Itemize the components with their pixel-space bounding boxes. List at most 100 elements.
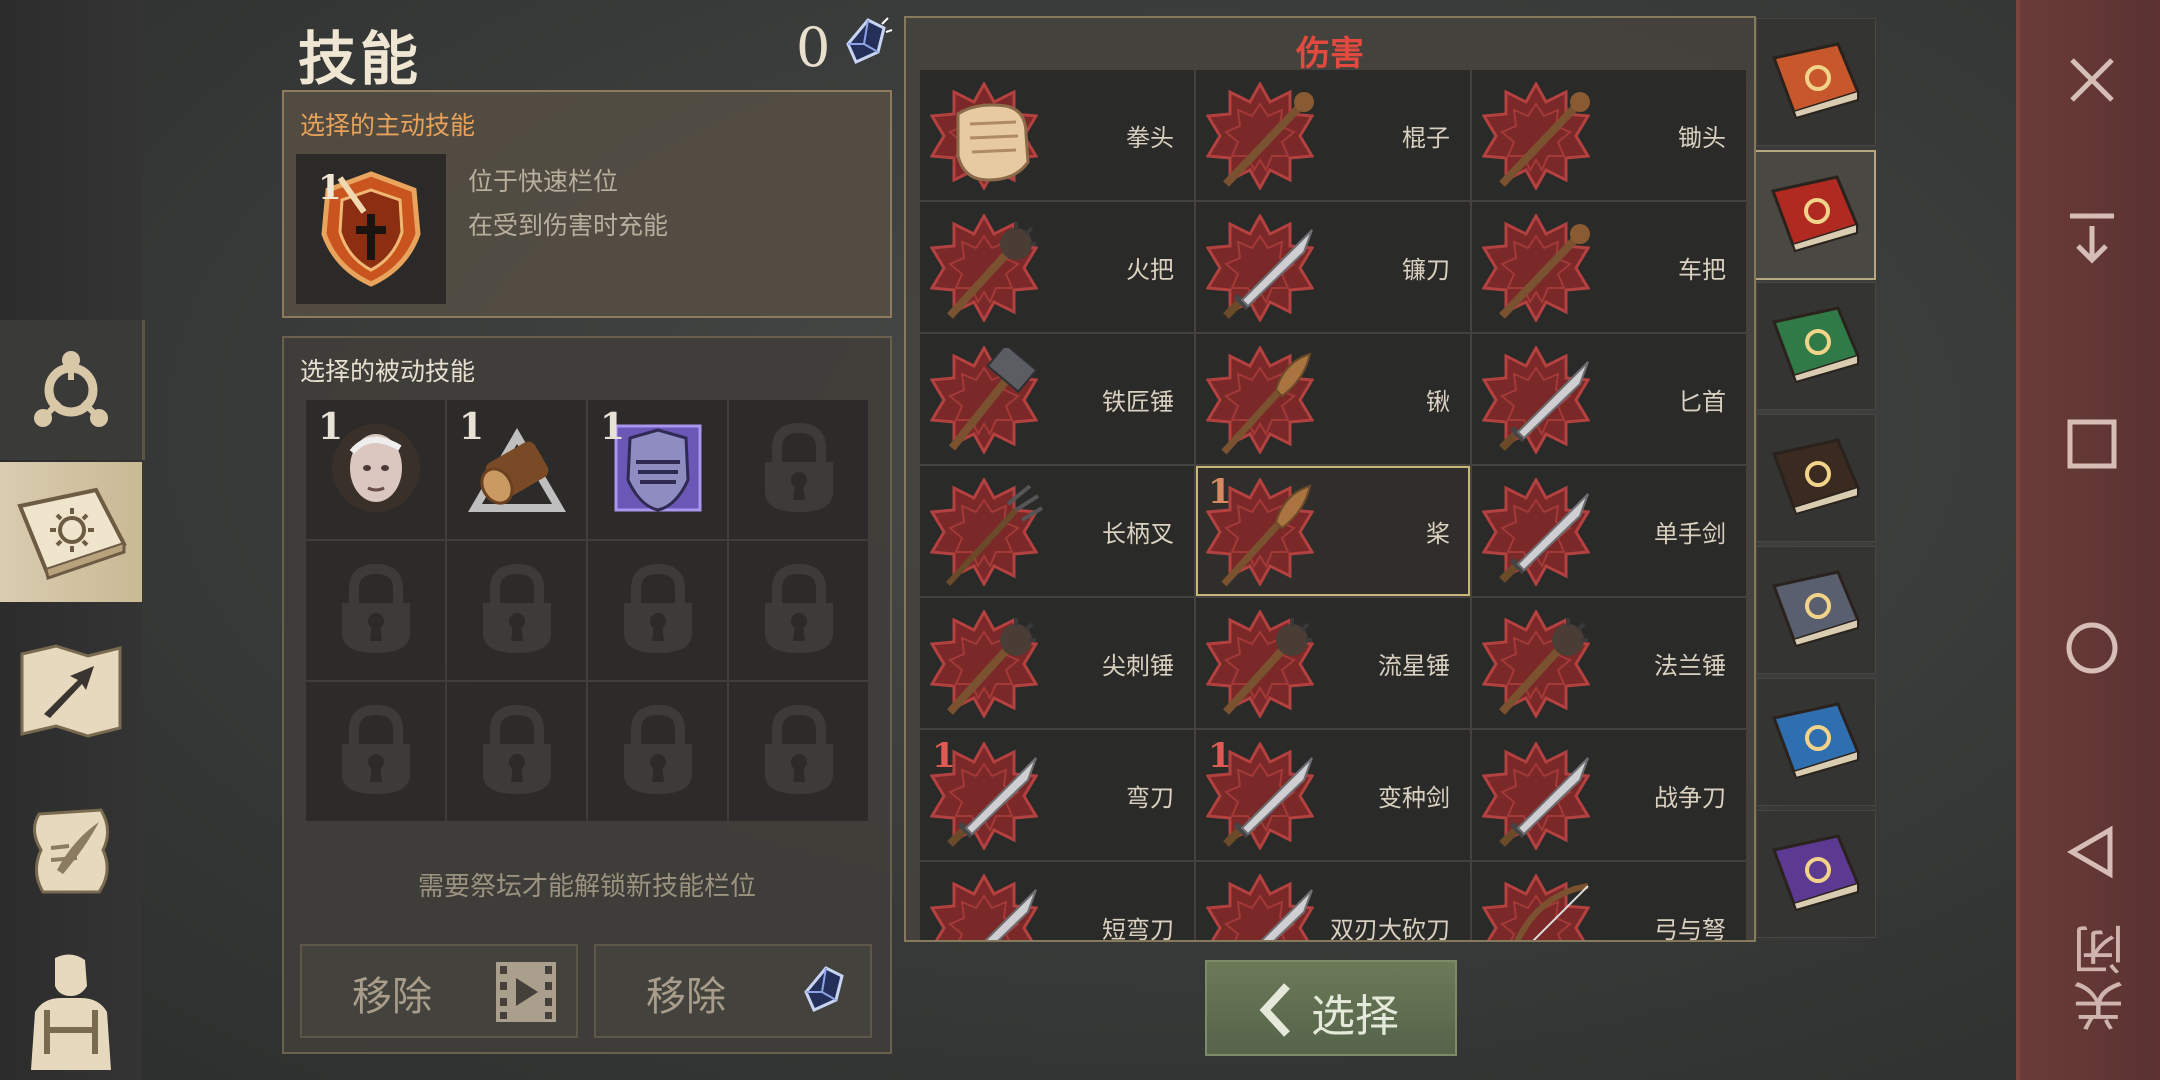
book-tab[interactable]: [1756, 150, 1876, 280]
video-icon: [494, 960, 558, 1028]
weapon-skill-cell[interactable]: 拳头: [920, 70, 1194, 200]
system-sidebar: 关闭: [2016, 0, 2160, 1080]
crystal-icon: [838, 14, 894, 74]
nav-tab-abilities[interactable]: [0, 320, 145, 460]
weapon-skill-cell[interactable]: 长柄叉: [920, 466, 1194, 596]
passive-slot-locked[interactable]: [447, 541, 586, 680]
book-tab[interactable]: [1756, 282, 1876, 410]
lock-icon: [608, 559, 708, 663]
mask-book-icon: [1768, 434, 1864, 522]
lock-icon: [326, 700, 426, 804]
lock-icon: [749, 700, 849, 804]
passive-slot-locked[interactable]: [306, 682, 445, 821]
book-tab[interactable]: [1756, 810, 1876, 938]
weapon-skill-cell[interactable]: 匕首: [1472, 334, 1746, 464]
weapon-skill-label: 战争刀: [1654, 784, 1726, 812]
weapon-skill-cell[interactable]: 铁匠锤: [920, 334, 1194, 464]
bald-head-icon: [330, 422, 422, 518]
weapon-skill-cell[interactable]: 锄头: [1472, 70, 1746, 200]
weapon-skill-cell[interactable]: 1 变种剑: [1196, 730, 1470, 860]
weapon-skill-cell[interactable]: 弓与弩: [1472, 862, 1746, 940]
weapon-icon: [936, 343, 1046, 462]
crystal-icon: [796, 960, 852, 1024]
weapon-skill-label: 短弯刀: [1102, 916, 1174, 942]
passive-skill-panel: 选择的被动技能 1 1 1 需要祭坛才能解锁新技能栏位 移除 移除: [282, 336, 892, 1054]
passive-slot-locked[interactable]: [588, 541, 727, 680]
passive-slot-locked[interactable]: [306, 541, 445, 680]
weapon-skill-cell[interactable]: 1桨: [1196, 466, 1470, 596]
weapon-icon: [1212, 84, 1322, 198]
nav-tab-map[interactable]: [0, 620, 142, 760]
passive-slot-locked[interactable]: [447, 682, 586, 821]
passive-slot-locked[interactable]: [729, 541, 868, 680]
remove-with-crystal-button[interactable]: 移除: [594, 944, 872, 1038]
skill-book-tabs: [1756, 18, 1876, 942]
weapon-icon: [936, 216, 1046, 330]
weapon-skill-label: 锄头: [1678, 124, 1726, 152]
passive-slot-level: 1: [459, 406, 485, 448]
close-label[interactable]: 关闭: [2066, 920, 2141, 1032]
close-icon[interactable]: [2060, 48, 2124, 116]
book-tab[interactable]: [1756, 546, 1876, 674]
weapon-icon: [936, 876, 1046, 940]
weapon-skill-cell[interactable]: 棍子: [1196, 70, 1470, 200]
weapon-skill-cell[interactable]: 双刃大砍刀: [1196, 862, 1470, 940]
passive-slot[interactable]: 1: [447, 400, 586, 539]
lock-icon: [326, 559, 426, 663]
weapon-skill-cell[interactable]: 火把: [920, 202, 1194, 332]
weapon-skill-label: 尖刺锤: [1102, 652, 1174, 680]
weapon-skill-cell[interactable]: 流星锤: [1196, 598, 1470, 728]
cross-book-icon: [1768, 302, 1864, 390]
recent-apps-icon[interactable]: [2060, 412, 2124, 480]
passive-slot-locked[interactable]: [729, 400, 868, 539]
weapon-icon: [1488, 612, 1598, 726]
nav-tab-quests[interactable]: [0, 780, 142, 920]
book-tab[interactable]: [1756, 678, 1876, 806]
weapon-icon: [1488, 876, 1598, 940]
book-tab[interactable]: [1756, 18, 1876, 146]
home-icon[interactable]: [2060, 616, 2124, 684]
book-tab[interactable]: [1756, 414, 1876, 542]
weapon-skill-label: 长柄叉: [1102, 520, 1174, 548]
select-button[interactable]: 选择: [1205, 960, 1457, 1056]
weapon-skill-cell[interactable]: 锹: [1196, 334, 1470, 464]
weapon-skill-cell[interactable]: 车把: [1472, 202, 1746, 332]
active-skill-panel: 选择的主动技能 1 位于快速栏位 在受到伤害时充能: [282, 90, 892, 318]
triskele-icon: [21, 340, 121, 440]
weapon-skill-label: 流星锤: [1378, 652, 1450, 680]
weapon-skill-cell[interactable]: 镰刀: [1196, 202, 1470, 332]
weapon-skill-label: 铁匠锤: [1102, 388, 1174, 416]
weapon-skill-label: 弯刀: [1126, 784, 1174, 812]
weapon-skill-cell[interactable]: 短弯刀: [920, 862, 1194, 942]
arrows-book-icon: [1768, 830, 1864, 918]
unlock-note: 需要祭坛才能解锁新技能栏位: [417, 872, 756, 902]
map-arrow-icon: [16, 640, 126, 740]
page-title: 技能: [298, 25, 423, 93]
weapon-skill-label: 单手剑: [1654, 520, 1726, 548]
damage-skill-panel: 伤害 拳头 棍子 锄头 火把 镰刀 车把 铁匠锤锹匕首 长柄叉 1 桨单手剑 尖刺锤 流星锤 法兰锤 1 弯…: [904, 16, 1756, 942]
passive-slot-locked[interactable]: [588, 682, 727, 821]
nav-tab-character[interactable]: [0, 940, 142, 1080]
weapon-skill-cell[interactable]: 战争刀: [1472, 730, 1746, 860]
back-icon[interactable]: [2060, 820, 2124, 888]
collapse-down-icon[interactable]: [2060, 206, 2124, 274]
remove-crystal-label: 移除: [646, 974, 726, 1020]
active-skill-slot[interactable]: 1: [296, 154, 446, 304]
weapon-skill-cell[interactable]: 1 弯刀: [920, 730, 1194, 860]
passive-slot-locked[interactable]: [729, 682, 868, 821]
remove-with-video-button[interactable]: 移除: [300, 944, 578, 1038]
active-skill-desc-1: 位于快速栏位: [468, 167, 619, 196]
character-backpack-icon: [21, 950, 121, 1070]
weapon-skill-label: 桨: [1426, 520, 1450, 548]
weapon-skill-cell[interactable]: 法兰锤: [1472, 598, 1746, 728]
nav-tab-skills[interactable]: [0, 462, 142, 602]
select-label: 选择: [1311, 991, 1399, 1042]
passive-slot[interactable]: 1: [588, 400, 727, 539]
weapon-skill-cell[interactable]: 单手剑: [1472, 466, 1746, 596]
shield-book-icon: [1768, 698, 1864, 786]
scroll-quill-icon: [21, 800, 121, 900]
passive-slot[interactable]: 1: [306, 400, 445, 539]
weapon-icon: [1488, 480, 1598, 594]
active-skill-heading: 选择的主动技能: [300, 111, 476, 140]
weapon-skill-cell[interactable]: 尖刺锤: [920, 598, 1194, 728]
